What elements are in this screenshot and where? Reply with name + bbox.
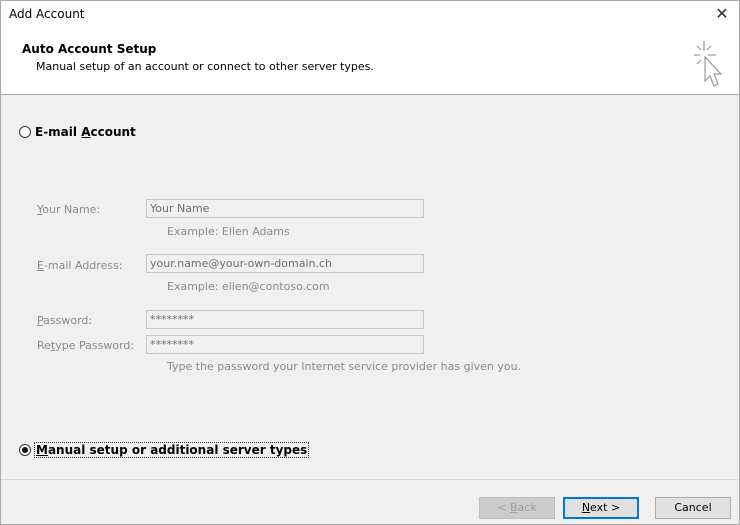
retype-password-label: Retype Password:: [37, 339, 135, 352]
close-icon[interactable]: ✕: [711, 3, 733, 25]
header-subtitle: Manual setup of an account or connect to…: [36, 60, 374, 73]
your-name-input[interactable]: Your Name: [146, 199, 424, 218]
header-title: Auto Account Setup: [22, 42, 157, 56]
cancel-button[interactable]: Cancel: [655, 497, 731, 519]
password-hint: Type the password your Internet service …: [167, 360, 522, 373]
email-address-hint: Example: ellen@contoso.com: [167, 280, 330, 293]
manual-setup-radio[interactable]: [19, 444, 31, 456]
email-address-label: E-mail Address:: [37, 259, 123, 272]
title-bar: Add Account ✕: [1, 1, 739, 29]
wizard-cursor-icon: [694, 41, 723, 87]
your-name-label: Your Name:: [37, 203, 101, 216]
retype-password-input[interactable]: ********: [146, 335, 424, 354]
password-input[interactable]: ********: [146, 310, 424, 329]
add-account-dialog: Add Account ✕ Auto Account Setup Manual …: [0, 0, 740, 525]
email-account-radio[interactable]: [19, 126, 31, 138]
email-account-option[interactable]: E-mail Account: [19, 125, 136, 139]
email-address-input[interactable]: your.name@your-own-domain.ch: [146, 254, 424, 273]
wizard-header: Auto Account Setup Manual setup of an ac…: [1, 29, 739, 95]
window-title: Add Account: [9, 7, 85, 21]
email-account-label: E-mail Account: [35, 125, 136, 139]
back-button[interactable]: < Back: [479, 497, 555, 519]
manual-setup-label: Manual setup or additional server types: [33, 442, 310, 458]
footer-divider: [1, 479, 739, 480]
manual-setup-option[interactable]: Manual setup or additional server types: [19, 442, 310, 458]
next-button[interactable]: Next >: [563, 497, 639, 519]
password-label: Password:: [37, 314, 93, 327]
your-name-hint: Example: Ellen Adams: [167, 225, 290, 238]
